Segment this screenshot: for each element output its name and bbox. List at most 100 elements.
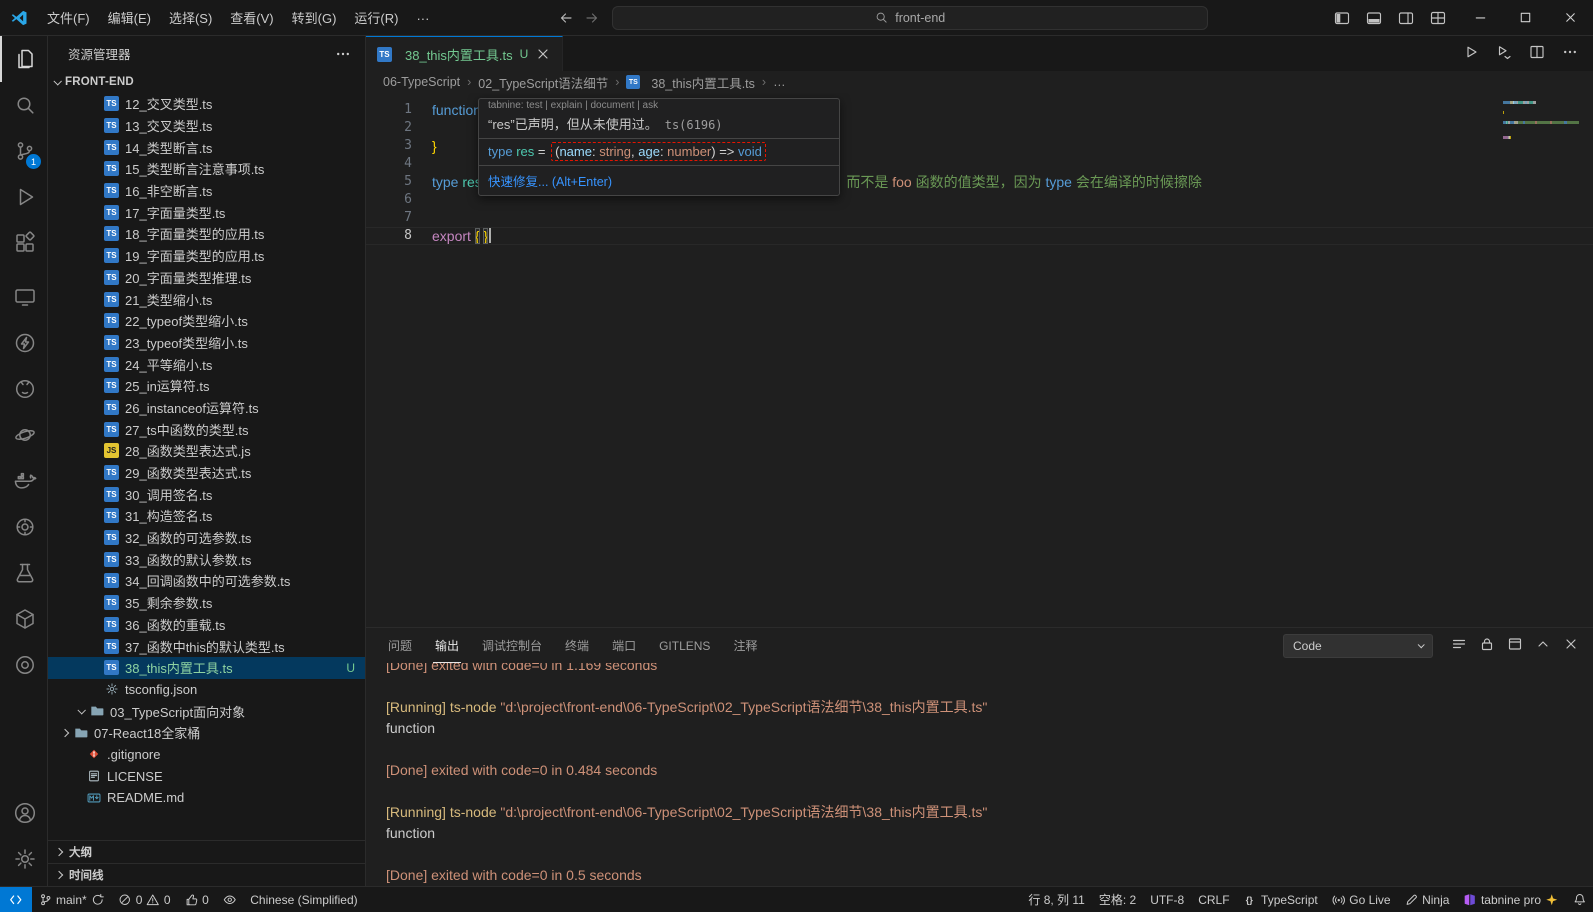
tree-item[interactable]: 23_typeof类型缩小.ts (48, 332, 365, 354)
tree-item[interactable]: 20_字面量类型推理.ts (48, 267, 365, 289)
panel-tab[interactable]: 问题 (386, 628, 414, 663)
activity-item-extensions[interactable] (0, 220, 47, 266)
activity-item-settings-sync[interactable] (0, 504, 47, 550)
tree-item[interactable]: 16_非空断言.ts (48, 180, 365, 202)
tree-item[interactable]: README.md (48, 787, 365, 809)
menu-item[interactable]: 运行(R) (345, 5, 407, 29)
back-icon[interactable] (558, 10, 574, 26)
minimize-button[interactable] (1458, 0, 1503, 35)
activity-item-remote-explorer[interactable] (0, 274, 47, 320)
activity-item-accounts[interactable] (0, 790, 47, 836)
code-editor[interactable]: 1function foo(name: string, age: number)… (366, 93, 1593, 627)
tree-item[interactable]: 24_平等缩小.ts (48, 353, 365, 375)
status-toggle-file-blame[interactable] (216, 887, 244, 912)
open-output-in-editor-button[interactable] (1451, 636, 1467, 655)
breadcrumb-item[interactable]: 06-TypeScript (383, 75, 460, 89)
more-actions-icon[interactable] (335, 46, 351, 62)
breadcrumb-item[interactable]: … (773, 75, 786, 89)
quick-fix-link[interactable]: 快速修复... (Alt+Enter) (479, 166, 839, 195)
code-line[interactable]: 7 (366, 209, 1593, 227)
tree-item[interactable]: 22_typeof类型缩小.ts (48, 310, 365, 332)
minimap[interactable] (1503, 101, 1579, 171)
tree-item[interactable]: 38_this内置工具.tsU (48, 657, 365, 679)
tree-item[interactable]: 03_TypeScript面向对象 (48, 700, 365, 722)
tree-item[interactable]: 12_交叉类型.ts (48, 93, 365, 115)
status-keyboard-language[interactable]: Chinese (Simplified) (243, 887, 364, 912)
tree-item[interactable]: 37_函数中this的默认类型.ts (48, 635, 365, 657)
status-indentation[interactable]: 空格: 2 (1092, 887, 1143, 912)
output-channel-select[interactable]: Code (1283, 634, 1433, 658)
tree-item[interactable]: 21_类型缩小.ts (48, 288, 365, 310)
tree-item[interactable]: 25_in运算符.ts (48, 375, 365, 397)
menu-item[interactable]: 选择(S) (160, 5, 221, 29)
command-center-search[interactable]: front-end (612, 6, 1208, 30)
panel-tab[interactable]: 终端 (563, 628, 591, 663)
status-language-mode[interactable]: {}TypeScript (1237, 887, 1325, 912)
tree-item[interactable]: 26_instanceof运算符.ts (48, 397, 365, 419)
activity-item-source-control[interactable]: 1 (0, 128, 47, 174)
panel-tab[interactable]: 注释 (731, 628, 759, 663)
tree-item[interactable]: 07-React18全家桶 (48, 722, 365, 744)
tree-item[interactable]: 29_函数类型表达式.ts (48, 462, 365, 484)
close-panel-button[interactable] (1563, 636, 1579, 655)
run-code-button[interactable] (1463, 44, 1479, 63)
tabnine-lens-actions[interactable]: tabnine: test | explain | document | ask (479, 99, 839, 110)
tree-item[interactable]: 31_构造签名.ts (48, 505, 365, 527)
more-actions-button[interactable] (1562, 44, 1578, 63)
open-in-new-window-button[interactable] (1507, 636, 1523, 655)
status-encoding[interactable]: UTF-8 (1143, 887, 1191, 912)
tree-item[interactable]: 17_字面量类型.ts (48, 201, 365, 223)
tree-item[interactable]: 15_类型断言注意事项.ts (48, 158, 365, 180)
status-ninja[interactable]: Ninja (1398, 887, 1457, 912)
workspace-root-header[interactable]: FRONT-END (48, 71, 365, 93)
activity-item-gitlens[interactable] (0, 642, 47, 688)
tree-item[interactable]: 32_函数的可选参数.ts (48, 527, 365, 549)
tree-item[interactable]: 27_ts中函数的类型.ts (48, 418, 365, 440)
panel-tab[interactable]: 端口 (610, 628, 638, 663)
activity-item-testing[interactable] (0, 550, 47, 596)
tree-item[interactable]: LICENSE (48, 765, 365, 787)
status-problems[interactable]: 00 (111, 887, 177, 912)
menu-item[interactable]: 文件(F) (38, 5, 99, 29)
activity-item-browser-preview[interactable] (0, 412, 47, 458)
menu-item[interactable]: 编辑(E) (99, 5, 160, 29)
breadcrumb-item[interactable]: 02_TypeScript语法细节 (478, 73, 608, 92)
toggle-secondary-sidebar[interactable] (1392, 5, 1420, 31)
sidebar-section[interactable]: 时间线 (48, 863, 365, 886)
tree-item[interactable]: 14_类型断言.ts (48, 136, 365, 158)
tree-item[interactable]: 35_剩余参数.ts (48, 592, 365, 614)
close-tab-icon[interactable] (535, 46, 551, 62)
tree-item[interactable]: 30_调用签名.ts (48, 483, 365, 505)
code-line[interactable]: 8export { } (366, 227, 1593, 245)
toggle-primary-sidebar[interactable] (1328, 5, 1356, 31)
activity-item-thunder-client[interactable] (0, 320, 47, 366)
tree-item[interactable]: 33_函数的默认参数.ts (48, 548, 365, 570)
status-eol[interactable]: CRLF (1191, 887, 1236, 912)
status-git-branch[interactable]: main* (32, 887, 112, 912)
breadcrumb-item[interactable]: 38_this内置工具.ts (626, 73, 755, 92)
forward-icon[interactable] (584, 10, 600, 26)
output-console[interactable]: [Done] exited with code=0 in 1.169 secon… (366, 663, 1593, 886)
toggle-panel[interactable] (1360, 5, 1388, 31)
activity-item-docker[interactable] (0, 458, 47, 504)
activity-item-explorer[interactable] (0, 36, 47, 82)
panel-tab[interactable]: GITLENS (657, 628, 712, 663)
tree-item[interactable]: 13_交叉类型.ts (48, 115, 365, 137)
activity-item-search[interactable] (0, 82, 47, 128)
sidebar-section[interactable]: 大纲 (48, 840, 365, 863)
status-go-live[interactable]: Go Live (1325, 887, 1398, 912)
tree-item[interactable]: 34_回调函数中的可选参数.ts (48, 570, 365, 592)
run-or-debug-button[interactable] (1496, 44, 1512, 63)
menu-item[interactable]: 转到(G) (283, 5, 346, 29)
activity-item-project-manager[interactable] (0, 596, 47, 642)
activity-item-run-debug[interactable] (0, 174, 47, 220)
customize-layout[interactable] (1424, 5, 1452, 31)
tree-item[interactable]: 18_字面量类型的应用.ts (48, 223, 365, 245)
panel-tab[interactable]: 输出 (433, 628, 461, 663)
split-editor-button[interactable] (1529, 44, 1545, 63)
tree-item[interactable]: tsconfig.json (48, 679, 365, 701)
tree-item[interactable]: .gitignore (48, 744, 365, 766)
editor-tab-active[interactable]: 38_this内置工具.ts U (366, 36, 563, 71)
tree-item[interactable]: 28_函数类型表达式.js (48, 440, 365, 462)
close-button[interactable] (1548, 0, 1593, 35)
